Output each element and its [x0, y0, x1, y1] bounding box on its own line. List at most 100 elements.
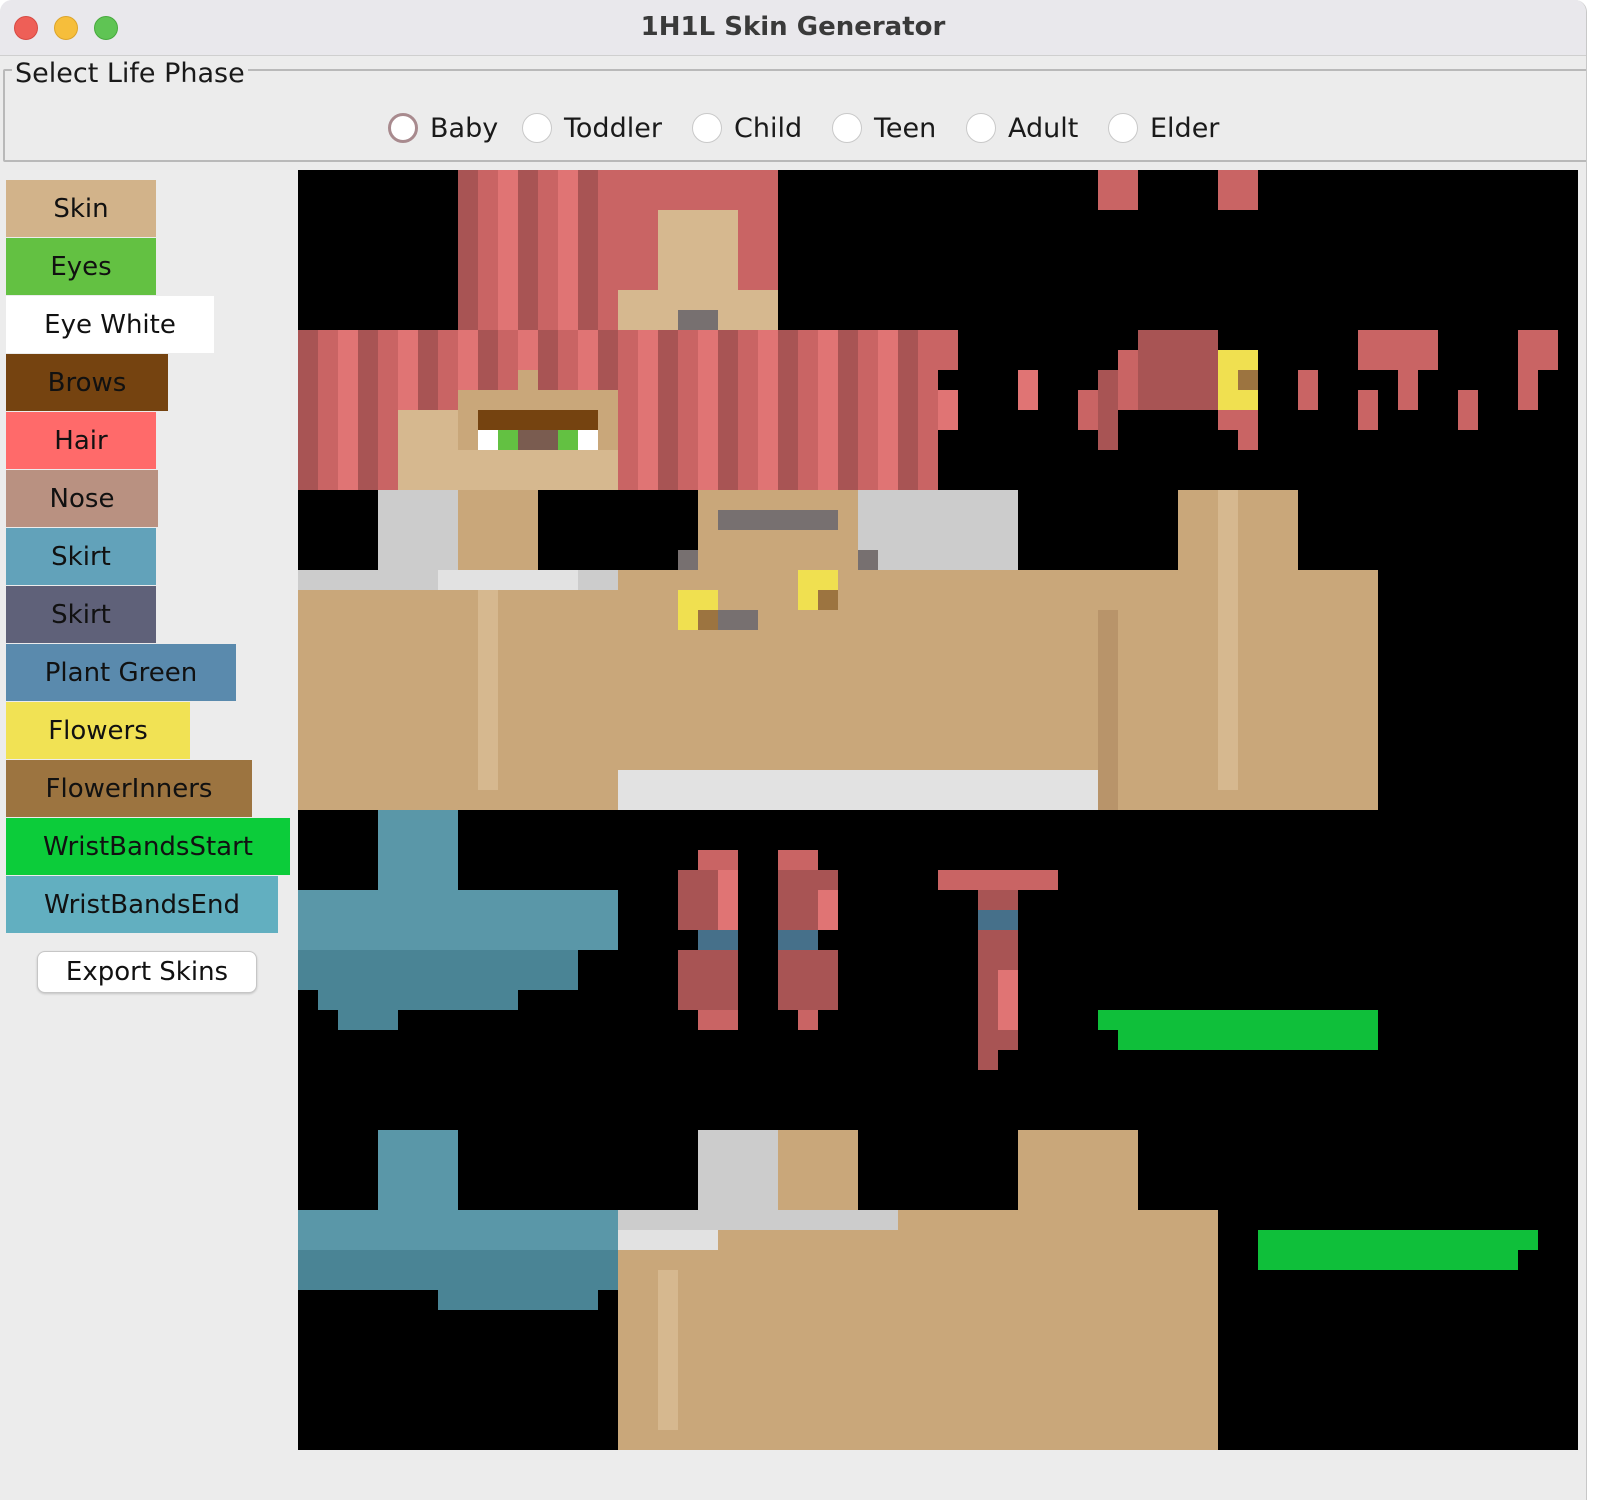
arm-b-top [778, 850, 818, 870]
color-button-skirt-2[interactable]: Skirt [6, 586, 156, 643]
color-button-plant-green[interactable]: Plant Green [6, 644, 236, 701]
necklace-top [718, 510, 838, 530]
hair-stripe [478, 170, 498, 330]
hair-bow-a [1138, 330, 1218, 410]
shoulder2 [778, 1130, 858, 1210]
hair-stripe [758, 330, 778, 490]
nose-top [518, 370, 538, 410]
color-button-wristbands-end[interactable]: WristBandsEnd [6, 876, 278, 933]
radio-label-toddler: Toddler [564, 112, 662, 144]
hair-strand-i [1398, 370, 1418, 410]
arm-a-light [718, 870, 738, 930]
hair-strand-f [1298, 370, 1318, 410]
arm-b-hand [798, 1010, 818, 1030]
arm-a-lower [678, 950, 738, 1010]
hair-bit-a [1098, 170, 1138, 210]
color-button-eyes[interactable]: Eyes [6, 238, 156, 295]
color-button-brows[interactable]: Brows [6, 354, 168, 411]
teal-top [378, 810, 458, 890]
radio-button-child[interactable] [692, 113, 722, 143]
color-button-wristbands-start[interactable]: WristBandsStart [6, 818, 290, 875]
hair-stripe [318, 330, 338, 490]
hair-edge [938, 330, 958, 370]
radio-teen[interactable]: Teen [832, 108, 936, 148]
green-band-b2 [1258, 1250, 1518, 1270]
hair-stripe [798, 330, 818, 490]
radio-label-elder: Elder [1150, 112, 1220, 144]
radio-toddler[interactable]: Toddler [522, 108, 662, 148]
arm-b-lower [778, 950, 838, 1010]
hair-stripe [918, 330, 938, 490]
flower-right-inner [818, 590, 838, 610]
hair-bow-b [1218, 410, 1258, 430]
green-band-a [1098, 1010, 1378, 1030]
app-window: 1H1L Skin Generator Select Life Phase Ba… [0, 0, 1587, 1500]
color-button-eye-white[interactable]: Eye White [6, 296, 214, 353]
radio-button-adult[interactable] [966, 113, 996, 143]
hair-stripe [598, 170, 618, 330]
lower-body [618, 1250, 1218, 1450]
hair-strand-h [1358, 390, 1378, 430]
color-button-hair[interactable]: Hair [6, 412, 156, 469]
hair-stripe [878, 330, 898, 490]
life-phase-radios: Baby Toddler Child Teen Adult Elder [0, 108, 1586, 148]
hair-strand-c [1078, 390, 1098, 430]
leg-block-left [298, 570, 618, 810]
arm-a-top [698, 850, 738, 870]
export-skins-button[interactable]: Export Skins [37, 951, 257, 993]
color-button-skin[interactable]: Skin [6, 180, 156, 237]
hair-strand-g [1358, 330, 1438, 370]
hair-strand-k [1518, 330, 1558, 370]
hair-stripe [858, 330, 878, 490]
radio-button-teen[interactable] [832, 113, 862, 143]
hair-strand-l [1518, 370, 1538, 410]
teal2-mid [298, 1210, 618, 1250]
teal-foot [338, 1010, 398, 1030]
strap-right [858, 490, 1018, 570]
shade-a [478, 590, 498, 790]
green-band-b [1258, 1230, 1538, 1250]
radio-button-toddler[interactable] [522, 113, 552, 143]
strap2-left [698, 1130, 778, 1210]
eye-left [498, 430, 518, 450]
hair-strand-a [938, 390, 958, 430]
bow-flower-inner [1238, 370, 1258, 390]
teal2-lower [298, 1250, 618, 1290]
arm-c-top [938, 870, 1058, 890]
radio-child[interactable]: Child [692, 108, 802, 148]
hair-stripe [678, 330, 698, 490]
eye-white-left [478, 430, 498, 450]
lower-body-top [898, 1210, 1218, 1250]
hair-stripe [578, 170, 598, 330]
radio-baby[interactable]: Baby [388, 108, 498, 148]
arm-c-b [978, 890, 1018, 910]
radio-button-baby[interactable] [388, 113, 418, 143]
color-button-flower-inners[interactable]: FlowerInners [6, 760, 252, 817]
hair-bow-c [1238, 430, 1258, 450]
hair-stripe [538, 170, 558, 330]
shoulder-left [458, 490, 538, 570]
radio-adult[interactable]: Adult [966, 108, 1078, 148]
necklace-bottom [718, 610, 758, 630]
flower-left-inner [698, 610, 718, 630]
window-title: 1H1L Skin Generator [640, 12, 946, 42]
radio-label-teen: Teen [874, 112, 937, 144]
hair-stripe [518, 170, 538, 330]
shade-c [1098, 610, 1118, 810]
hair-stripe [718, 330, 738, 490]
wrist-b [778, 930, 818, 950]
radio-elder[interactable]: Elder [1108, 108, 1219, 148]
wrist-a [698, 930, 738, 950]
hair-strand-j [1458, 390, 1478, 430]
radio-button-elder[interactable] [1108, 113, 1138, 143]
color-button-nose[interactable]: Nose [6, 470, 158, 527]
arm-c-hand [978, 1050, 998, 1070]
strap2-band [618, 1210, 898, 1230]
color-button-skirt[interactable]: Skirt [6, 528, 156, 585]
hair-corner-a [638, 210, 658, 230]
color-button-flowers[interactable]: Flowers [6, 702, 190, 759]
hair-strand-d [1098, 370, 1118, 450]
hair-stripe [618, 330, 638, 490]
hair-stripe [738, 330, 758, 490]
title-bar: 1H1L Skin Generator [0, 0, 1586, 56]
